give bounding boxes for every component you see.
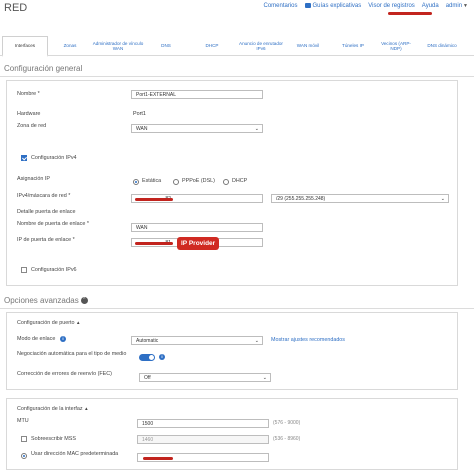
pppoe-radio[interactable] — [173, 179, 179, 185]
link-mode-value: Automatic — [136, 338, 159, 344]
top-bar: RED Comentarios Guías explicativas Visor… — [0, 0, 474, 36]
redaction-mark — [388, 12, 432, 15]
redaction-mark — [143, 457, 173, 460]
port-config-panel: Configuración de puerto ▲ Modo de enlace… — [6, 312, 458, 390]
zone-value: WAN — [136, 126, 148, 132]
tab-zones[interactable]: Zonas — [52, 36, 88, 56]
dhcp-radio[interactable] — [223, 179, 229, 185]
interface-config-label: Configuración de la interfaz — [17, 406, 83, 412]
static-label: Estática — [142, 178, 162, 184]
hardware-label: Hardware — [17, 111, 41, 117]
info-icon[interactable]: i — [159, 354, 165, 360]
tab-mobile-wan[interactable]: WAN móvil — [288, 36, 328, 56]
collapse-icon: ▲ — [84, 406, 89, 411]
info-icon[interactable]: i — [60, 336, 66, 342]
name-input[interactable]: Port1-EXTERNAL — [131, 90, 263, 99]
divider — [0, 76, 474, 77]
recommended-settings-link[interactable]: Mostrar ajustes recomendados — [271, 337, 345, 343]
help-link[interactable]: Ayuda — [422, 3, 439, 9]
user-name: admin — [445, 3, 463, 10]
ipv6-label: Configuración IPv6 — [31, 267, 77, 273]
fec-select[interactable]: Off ⌄ — [139, 373, 271, 382]
chevron-down-icon: ⌄ — [254, 126, 259, 132]
tab-interfaces[interactable]: Interfaces — [2, 36, 48, 57]
chevron-down-icon: ⌄ — [254, 338, 259, 344]
general-config-panel: Nombre * Port1-EXTERNAL Hardware Port1 Z… — [6, 80, 458, 286]
general-config-heading: Configuración general — [4, 64, 83, 73]
redaction-mark — [135, 198, 173, 201]
gateway-detail-label: Detalle puerta de enlace — [17, 209, 76, 215]
hardware-value: Port1 — [133, 111, 146, 117]
gateway-ip-label: IP de puerta de enlace * — [17, 237, 75, 243]
mss-checkbox[interactable] — [21, 436, 27, 442]
pppoe-label: PPPoE (DSL) — [182, 178, 215, 184]
name-label: Nombre * — [17, 91, 40, 97]
chevron-down-icon: ⌄ — [440, 196, 445, 202]
tab-bar: Interfaces Zonas Administrador de víncul… — [0, 36, 474, 57]
fec-label: Corrección de errores de reenvío (FEC) — [17, 371, 112, 377]
guides-label: Guías explicativas — [312, 3, 362, 10]
mtu-input[interactable]: 1500 — [137, 419, 269, 428]
mtu-label: MTU — [17, 418, 29, 424]
mss-input[interactable]: 1460 — [137, 435, 269, 444]
tab-dhcp[interactable]: DHCP — [192, 36, 232, 56]
interface-config-panel: Configuración de la interfaz ▲ MTU 1500 … — [6, 398, 458, 470]
tab-dynamic-dns[interactable]: DNS dinámico — [418, 36, 466, 56]
ipv6-checkbox[interactable] — [21, 267, 27, 273]
chevron-down-icon: ⌄ — [262, 375, 267, 381]
link-mode-label: Modo de enlace — [17, 336, 56, 342]
default-mac-radio[interactable] — [21, 453, 27, 459]
chat-icon — [304, 3, 311, 8]
expand-icon: ⌃ — [80, 297, 88, 305]
gateway-name-label: Nombre de puerta de enlace * — [17, 221, 89, 227]
ipv4-checkbox[interactable] — [21, 155, 27, 161]
mtu-range-hint: (576 - 9000) — [273, 420, 301, 426]
ip-mask-label: IPv4/máscara de red * — [17, 193, 71, 199]
autoneg-label: Negociación automática para el tipo de m… — [17, 351, 127, 357]
interface-config-toggle[interactable]: Configuración de la interfaz ▲ — [17, 406, 89, 412]
link-mode-select[interactable]: Automatic ⌄ — [131, 336, 263, 345]
divider — [0, 308, 474, 309]
advanced-options-label: Opciones avanzadas — [4, 296, 79, 305]
tab-ip-tunnels[interactable]: Túneles IP — [332, 36, 374, 56]
port-config-toggle[interactable]: Configuración de puerto ▲ — [17, 320, 81, 326]
advanced-options-heading[interactable]: Opciones avanzadas ⌃ — [4, 296, 88, 305]
ip-assign-label: Asignación IP — [17, 176, 50, 182]
zone-label: Zona de red — [17, 123, 47, 129]
comments-link[interactable]: Comentarios — [264, 3, 298, 9]
ipv4-label: Configuración IPv4 — [31, 155, 77, 161]
top-links: Comentarios Guías explicativas Visor de … — [264, 3, 468, 10]
port-config-label: Configuración de puerto — [17, 320, 75, 326]
autoneg-toggle[interactable] — [139, 354, 155, 361]
netmask-value: /29 (255.255.255.248) — [276, 196, 326, 202]
tab-neighbors[interactable]: Vecinos (ARP-NDP) — [376, 36, 416, 56]
tab-dns[interactable]: DNS — [148, 36, 184, 56]
mss-range-hint: (536 - 8960) — [273, 436, 301, 442]
user-menu[interactable]: admin▼ — [446, 3, 468, 9]
collapse-icon: ▲ — [76, 320, 81, 325]
redaction-mark — [135, 242, 173, 245]
chevron-down-icon: ▼ — [463, 3, 468, 10]
fec-value: Off — [144, 375, 151, 381]
page-title: RED — [4, 2, 28, 14]
static-radio[interactable] — [133, 179, 139, 185]
gateway-name-input[interactable]: WAN — [131, 223, 263, 232]
tab-ipv6-router-advertisement[interactable]: Anuncio de enrutador IPv6 — [236, 36, 286, 56]
ip-provider-badge: IP Provider — [177, 237, 220, 250]
tab-wan-link-manager[interactable]: Administrador de vínculo WAN — [92, 36, 144, 56]
default-mac-label: Usar dirección MAC predeterminada — [31, 451, 119, 457]
dhcp-label: DHCP — [232, 178, 248, 184]
guides-link[interactable]: Guías explicativas — [304, 3, 362, 10]
netmask-select[interactable]: /29 (255.255.255.248) ⌄ — [271, 194, 449, 203]
zone-select[interactable]: WAN ⌄ — [131, 124, 263, 133]
mss-label: Sobreescribir MSS — [31, 436, 76, 442]
log-viewer-link[interactable]: Visor de registros — [368, 3, 415, 9]
